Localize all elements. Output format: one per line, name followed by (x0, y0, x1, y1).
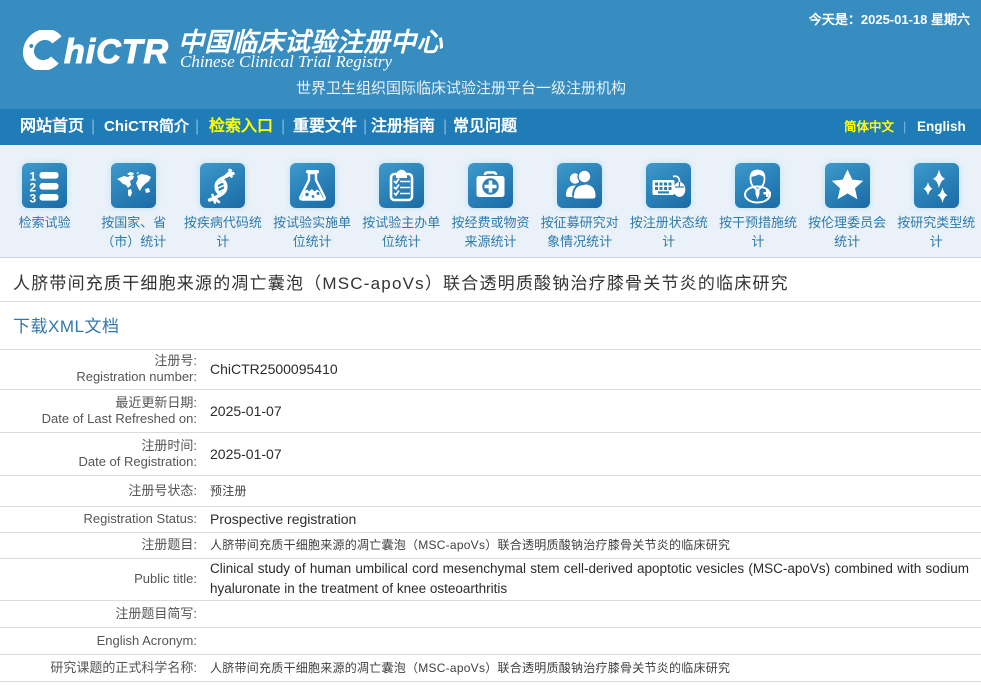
svg-text:3: 3 (30, 192, 37, 206)
